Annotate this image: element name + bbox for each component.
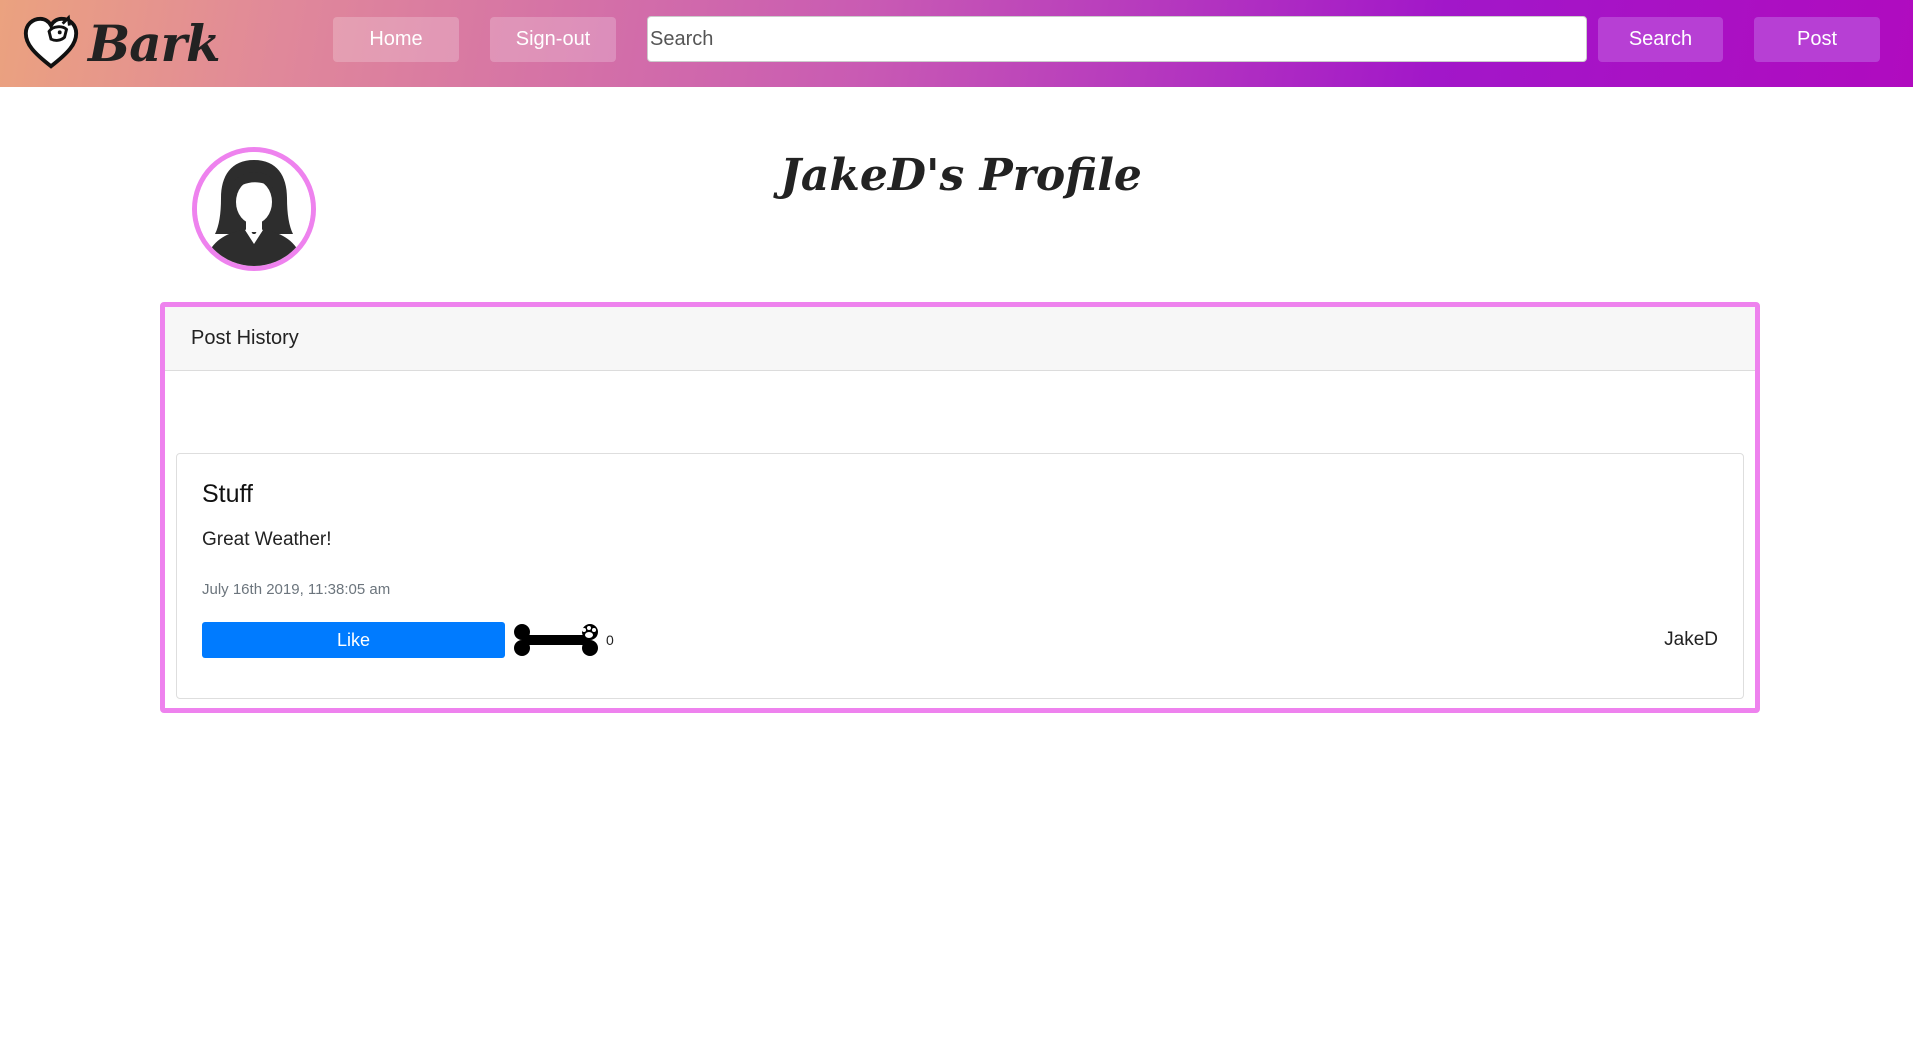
post-button[interactable]: Post [1754,17,1880,62]
like-button[interactable]: Like [202,622,505,658]
post-card: Stuff Great Weather! July 16th 2019, 11:… [176,453,1744,699]
like-count: 0 [606,632,614,648]
search-button[interactable]: Search [1598,17,1723,62]
post-history-header: Post History [165,307,1755,371]
brand[interactable]: Bark [20,8,221,78]
bone-paw-icon [514,624,598,656]
post-history-panel: Post History Stuff Great Weather! July 1… [160,302,1760,713]
home-button[interactable]: Home [333,17,459,62]
post-timestamp: July 16th 2019, 11:38:05 am [202,581,391,598]
search-input[interactable] [647,16,1587,62]
page-title: JakeD's Profile [780,150,1142,201]
heart-dog-logo-icon [23,14,79,69]
post-title: Stuff [202,480,253,508]
sign-out-button[interactable]: Sign-out [490,17,616,62]
post-author: JakeD [1664,629,1718,650]
top-navbar: Bark Home Sign-out Search Post [0,0,1913,87]
brand-name: Bark [88,13,221,73]
post-body: Great Weather! [202,529,332,550]
